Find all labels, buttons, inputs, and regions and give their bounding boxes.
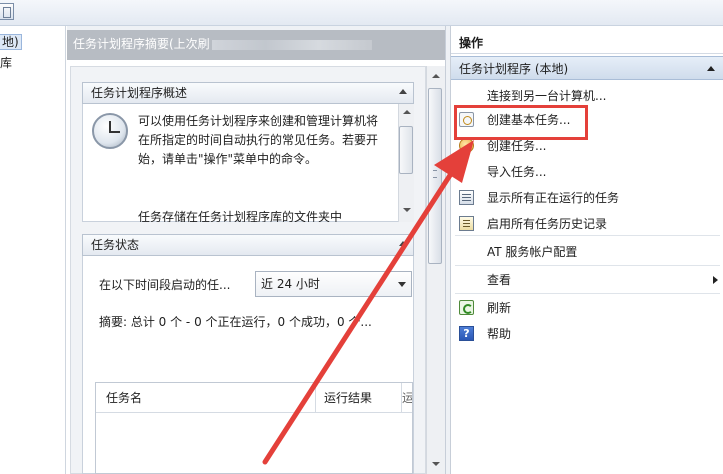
summary-header-title: 任务计划程序摘要(上次刷 xyxy=(73,37,210,51)
collapse-chevron-icon[interactable] xyxy=(399,241,407,246)
actions-title: 操作 xyxy=(451,32,723,54)
action-show-running-tasks[interactable]: 显示所有正在运行的任务 xyxy=(455,186,720,210)
blurred-timestamp xyxy=(211,39,372,50)
create-task-icon xyxy=(459,138,474,153)
action-view-menu[interactable]: 查看 xyxy=(455,268,720,292)
status-summary: 摘要: 总计 0 个 - 0 个正在运行，0 个成功，0 个... xyxy=(99,315,372,329)
column-header-truncated[interactable]: 运 xyxy=(402,383,412,413)
action-label: 刷新 xyxy=(487,301,512,315)
action-separator xyxy=(455,265,720,266)
scroll-up-arrow-icon[interactable] xyxy=(432,74,440,78)
action-at-service-config[interactable]: AT 服务帐户配置 xyxy=(455,240,720,264)
overview-section-title: 任务计划程序概述 xyxy=(91,86,188,100)
clock-icon xyxy=(92,113,128,149)
column-header-task-name[interactable]: 任务名 xyxy=(96,383,316,413)
status-period-select[interactable]: 近 24 小时 xyxy=(255,271,412,297)
refresh-icon xyxy=(459,300,474,315)
action-label: 导入任务... xyxy=(487,165,547,179)
overview-section-header[interactable]: 任务计划程序概述 xyxy=(82,82,414,104)
overview-description: 可以使用任务计划程序来创建和管理计算机将在所指定的时间自动执行的常见任务。若要开… xyxy=(138,114,379,166)
status-section-title: 任务状态 xyxy=(91,238,140,252)
tree-item-task-scheduler-local[interactable]: 地) xyxy=(0,34,22,50)
history-icon xyxy=(459,216,474,231)
tree-item-task-library[interactable]: 库 xyxy=(0,55,12,71)
action-label: 显示所有正在运行的任务 xyxy=(487,191,620,205)
help-icon: ? xyxy=(459,326,474,341)
collapse-chevron-icon[interactable] xyxy=(399,89,407,94)
column-header-run-result[interactable]: 运行结果 xyxy=(316,383,402,413)
action-separator xyxy=(455,293,720,294)
highlight-box xyxy=(454,105,588,140)
action-import-task[interactable]: 导入任务... xyxy=(455,160,720,184)
action-label: 启用所有任务历史记录 xyxy=(487,217,608,231)
scroll-up-arrow-icon[interactable] xyxy=(403,110,411,114)
action-help[interactable]: ? 帮助 xyxy=(455,322,720,346)
toolbar-window-icon[interactable] xyxy=(0,3,14,20)
dropdown-arrow-icon[interactable] xyxy=(398,282,406,287)
scroll-grip-icon xyxy=(433,170,437,178)
action-label: 查看 xyxy=(487,273,512,287)
action-label: AT 服务帐户配置 xyxy=(487,245,578,259)
action-separator xyxy=(455,235,720,236)
submenu-arrow-icon xyxy=(713,276,718,284)
overview-description-cut: 任务存储在任务计划程序库的文件夹中 xyxy=(138,210,343,222)
overview-scroll-thumb[interactable] xyxy=(399,126,413,174)
running-tasks-icon xyxy=(459,190,474,205)
toolbar xyxy=(0,0,723,26)
action-enable-history[interactable]: 启用所有任务历史记录 xyxy=(455,212,720,236)
scroll-down-arrow-icon[interactable] xyxy=(403,208,411,212)
status-period-label: 在以下时间段启动的任... xyxy=(99,278,231,292)
collapse-chevron-icon[interactable] xyxy=(707,66,715,71)
action-label: 帮助 xyxy=(487,327,512,341)
status-period-value: 近 24 小时 xyxy=(261,277,320,291)
action-refresh[interactable]: 刷新 xyxy=(455,296,720,320)
scroll-down-arrow-icon[interactable] xyxy=(432,462,440,466)
status-section-header[interactable]: 任务状态 xyxy=(82,234,414,256)
console-tree xyxy=(0,26,66,474)
actions-group-header[interactable]: 任务计划程序 (本地) xyxy=(451,56,723,80)
summary-header: 任务计划程序摘要(上次刷 xyxy=(67,30,445,60)
actions-group-title: 任务计划程序 (本地) xyxy=(459,62,569,76)
